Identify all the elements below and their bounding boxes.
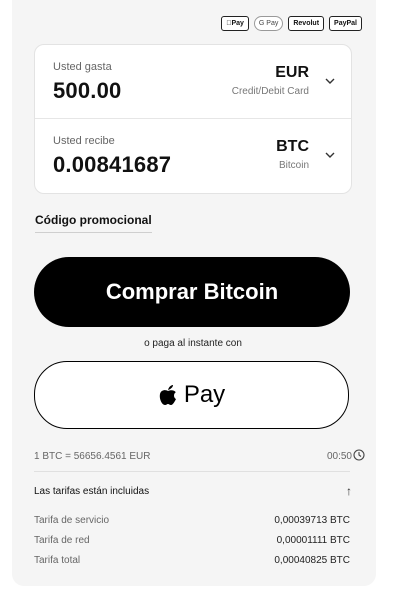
fees-header[interactable]: Las tarifas están incluidas <box>34 486 149 497</box>
buy-bitcoin-button[interactable]: Comprar Bitcoin <box>34 257 350 327</box>
clock-icon <box>353 449 365 461</box>
spend-currency[interactable]: EUR <box>275 64 309 82</box>
instant-pay-text: o paga al instante con <box>144 338 242 349</box>
service-fee-label: Tarifa de servicio <box>34 515 110 526</box>
total-fee-label: Tarifa total <box>34 555 81 566</box>
spend-label: Usted gasta <box>53 61 112 73</box>
receive-currency[interactable]: BTC <box>276 138 309 156</box>
paypal-logo: PayPal <box>329 16 362 31</box>
spend-row: Usted gasta 500.00 EUR Credit/Debit Card <box>35 45 351 119</box>
apple-pay-logo: Pay <box>221 16 249 31</box>
apple-pay-label: Pay <box>183 381 226 408</box>
receive-currency-name: Bitcoin <box>278 160 309 171</box>
apple-pay-button[interactable]: Pay <box>34 361 349 429</box>
network-fee-label: Tarifa de red <box>34 535 90 546</box>
total-fee-value: 0,00040825 BTC <box>274 555 350 566</box>
revolut-logo: Revolut <box>288 16 325 31</box>
chevron-down-icon[interactable] <box>324 149 336 161</box>
service-fee-value: 0,00039713 BTC <box>274 515 350 526</box>
spend-payment-method: Credit/Debit Card <box>231 86 309 97</box>
promo-code-link[interactable]: Código promocional <box>35 213 152 233</box>
payment-methods: Pay G Pay Revolut PayPal <box>221 16 362 31</box>
spend-amount-input[interactable]: 500.00 <box>53 78 122 104</box>
exchange-rate: 1 BTC = 56656.4561 EUR <box>34 451 151 462</box>
divider <box>34 471 350 472</box>
chevron-down-icon[interactable] <box>324 75 336 87</box>
receive-amount: 0.00841687 <box>53 152 172 177</box>
amount-box: Usted gasta 500.00 EUR Credit/Debit Card… <box>34 44 352 194</box>
google-pay-logo: G Pay <box>253 16 284 31</box>
apple-icon <box>159 385 176 405</box>
receive-row: Usted recibe 0.00841687 BTC Bitcoin <box>35 119 351 192</box>
quote-timer: 00:50 <box>326 451 352 462</box>
arrow-up-icon[interactable]: ↑ <box>346 484 352 498</box>
network-fee-value: 0,00001111 BTC <box>276 535 350 546</box>
receive-label: Usted recibe <box>53 135 115 147</box>
